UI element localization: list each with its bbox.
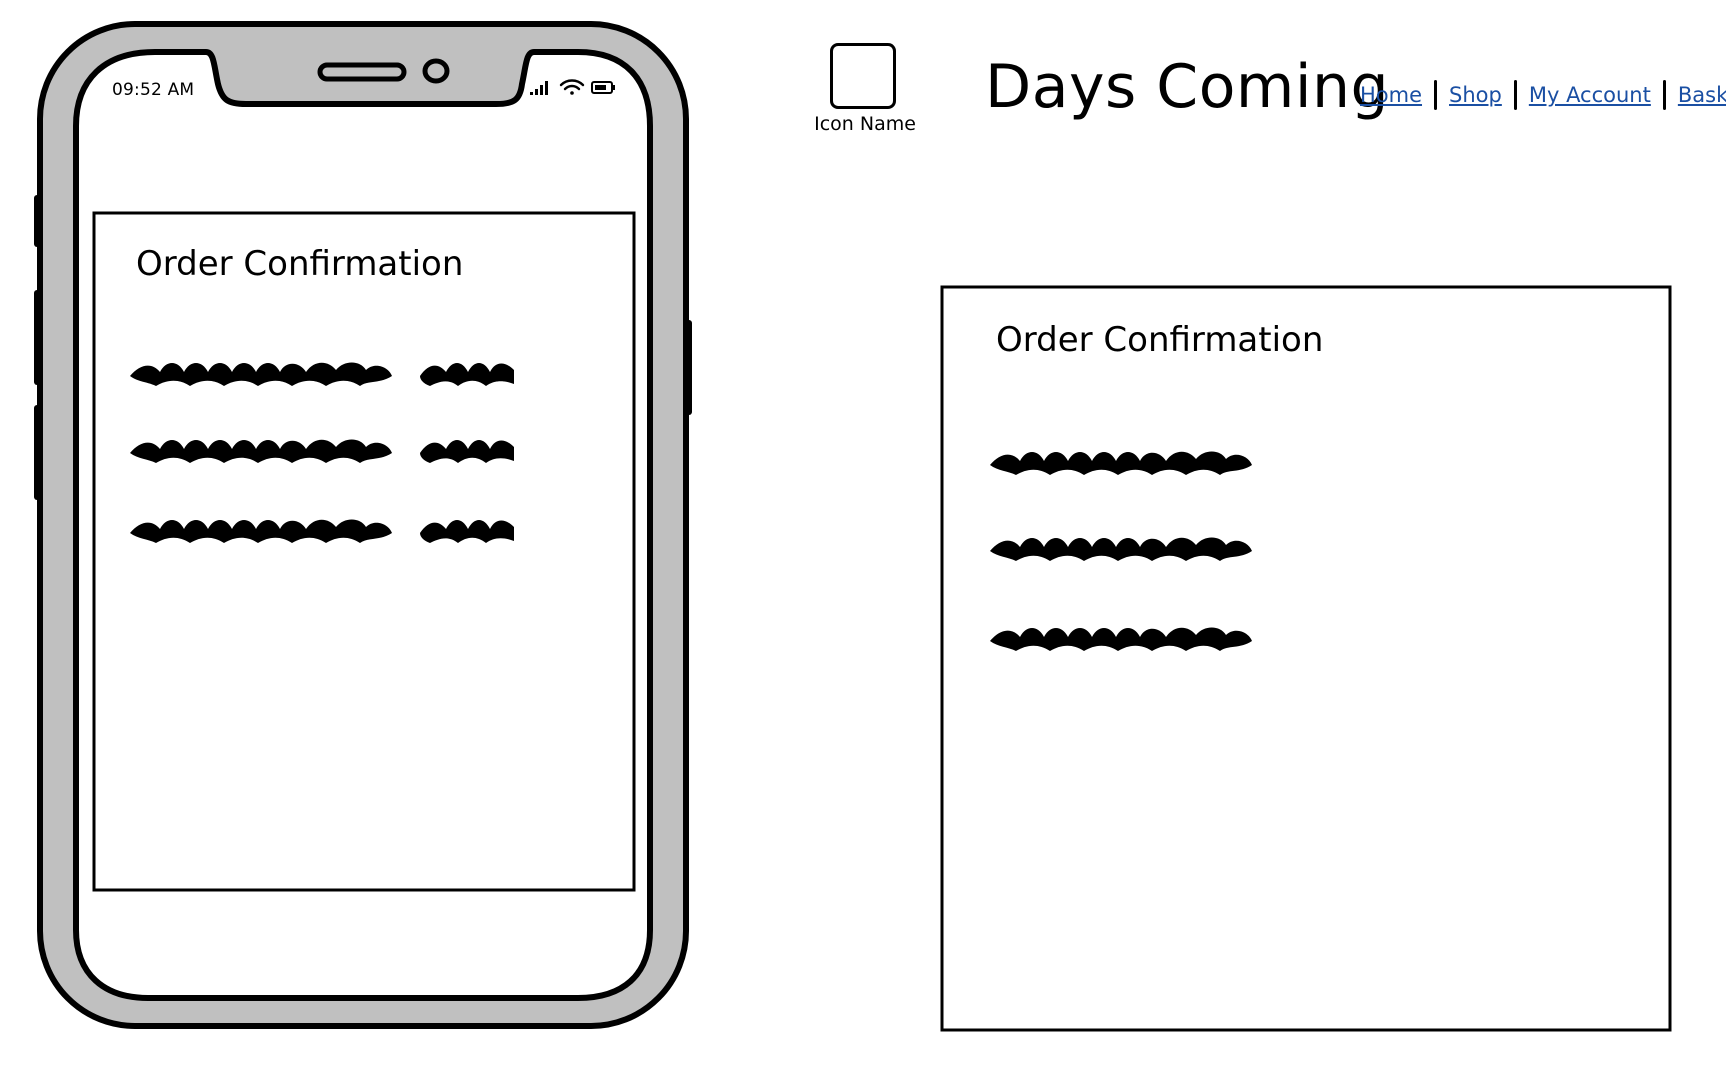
site-title: Days Coming <box>985 52 1390 122</box>
nav-separator <box>1513 80 1517 110</box>
logo-placeholder-icon[interactable] <box>830 43 896 109</box>
nav-separator <box>1662 80 1666 110</box>
nav-basket-link[interactable]: Basket <box>1678 83 1726 107</box>
desktop-page-title: Order Confirmation <box>996 320 1324 360</box>
nav-home-link[interactable]: Home <box>1360 83 1422 107</box>
status-time: 09:52 AM <box>112 80 195 100</box>
wireframe-canvas <box>34 21 1672 1032</box>
desktop-order-card <box>940 285 1672 1032</box>
phone-order-card <box>92 211 636 892</box>
phone-page-title: Order Confirmation <box>136 244 464 284</box>
main-nav: Home Shop My Account Basket <box>1360 80 1726 110</box>
nav-my-account-link[interactable]: My Account <box>1529 83 1651 107</box>
nav-separator <box>1434 80 1438 110</box>
logo-label: Icon Name <box>814 113 916 135</box>
nav-shop-link[interactable]: Shop <box>1449 83 1502 107</box>
